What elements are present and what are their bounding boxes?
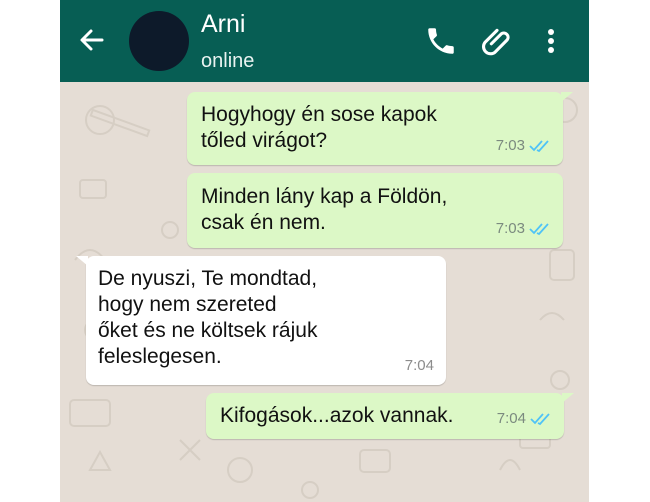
message-text: Hogyhogy én sose kapok tőled virágot? (201, 103, 437, 152)
read-ticks-icon (529, 223, 549, 236)
back-arrow-icon[interactable] (78, 26, 106, 54)
read-ticks-icon (529, 140, 549, 153)
more-vert-icon[interactable] (541, 24, 561, 58)
message-meta: 7:04 (497, 406, 552, 432)
bubble-tail (561, 92, 573, 102)
message-outgoing[interactable]: Minden lány kap a Földön, csak én nem. 7… (187, 173, 563, 248)
contact-avatar[interactable] (129, 11, 189, 71)
message-time: 7:03 (495, 220, 525, 237)
message-text: Kifogások...azok vannak. (220, 404, 454, 427)
paperclip-icon[interactable] (480, 24, 514, 58)
message-meta: 7:04 (405, 353, 434, 379)
message-time: 7:03 (495, 137, 525, 154)
phone-icon[interactable] (424, 24, 458, 58)
message-time: 7:04 (404, 357, 434, 374)
chat-screen: Arni online Hogyhogy én sose kapok tőled… (60, 0, 589, 502)
bubble-tail (562, 393, 574, 403)
message-meta: 7:03 (496, 216, 551, 242)
chat-header: Arni online (60, 0, 589, 82)
message-text: De nyuszi, Te mondtad, hogy nem szereted… (98, 267, 318, 368)
message-outgoing[interactable]: Hogyhogy én sose kapok tőled virágot? 7:… (187, 92, 573, 165)
contact-status: online (201, 50, 255, 72)
message-meta: 7:03 (496, 133, 551, 159)
message-text: Minden lány kap a Földön, csak én nem. (201, 185, 448, 234)
message-outgoing[interactable]: Kifogások...azok vannak. 7:04 (206, 393, 574, 439)
message-incoming[interactable]: De nyuszi, Te mondtad, hogy nem szereted… (76, 256, 446, 385)
bubble-tail (76, 256, 88, 266)
contact-name[interactable]: Arni (201, 9, 245, 39)
read-ticks-icon (530, 413, 550, 426)
message-time: 7:04 (496, 410, 526, 427)
